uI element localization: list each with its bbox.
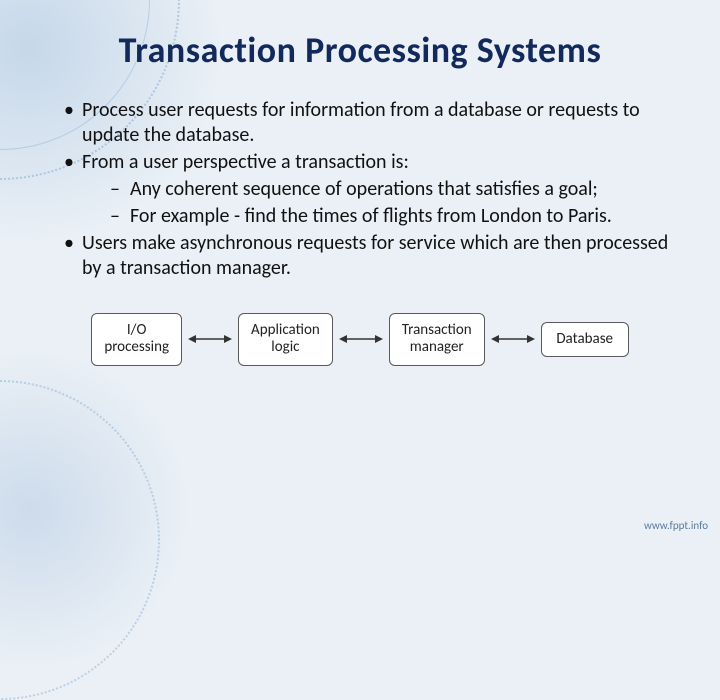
box-label-line: manager [402, 339, 472, 356]
sub-bullet-text: Any coherent sequence of operations that… [130, 177, 598, 201]
bullet-item: Users make asynchronous requests for ser… [64, 231, 672, 281]
flow-diagram: I/O processing Application logic Transac… [48, 313, 672, 366]
sub-bullet-item: Any coherent sequence of operations that… [110, 177, 672, 202]
sub-bullet-text: For example - find the times of flights … [130, 204, 612, 228]
slide: Transaction Processing Systems Process u… [0, 0, 720, 540]
box-label-line: processing [104, 339, 169, 356]
diagram-box-app-logic: Application logic [238, 313, 333, 366]
sub-bullet-item: For example - find the times of flights … [110, 204, 672, 229]
box-label-line: Database [554, 331, 616, 348]
box-label-line: Application [251, 322, 320, 339]
footer-source: www.fppt.info [644, 519, 708, 532]
box-label-line: I/O [104, 322, 169, 339]
double-arrow-icon [188, 332, 232, 346]
box-label-line: Transaction [402, 322, 472, 339]
double-arrow-icon [491, 332, 535, 346]
diagram-box-io: I/O processing [91, 313, 182, 366]
double-arrow-icon [339, 332, 383, 346]
sub-bullet-list: Any coherent sequence of operations that… [82, 177, 672, 229]
box-label-line: logic [251, 339, 320, 356]
bullet-text: Users make asynchronous requests for ser… [82, 231, 668, 280]
slide-content: Process user requests for information fr… [48, 98, 672, 281]
diagram-box-txn-manager: Transaction manager [389, 313, 485, 366]
diagram-box-database: Database [541, 322, 629, 357]
bullet-list: Process user requests for information fr… [48, 98, 672, 281]
bullet-item: From a user perspective a transaction is… [64, 150, 672, 229]
slide-title: Transaction Processing Systems [48, 28, 672, 72]
bullet-text: Process user requests for information fr… [82, 98, 640, 147]
bullet-item: Process user requests for information fr… [64, 98, 672, 148]
bullet-text: From a user perspective a transaction is… [82, 150, 409, 174]
